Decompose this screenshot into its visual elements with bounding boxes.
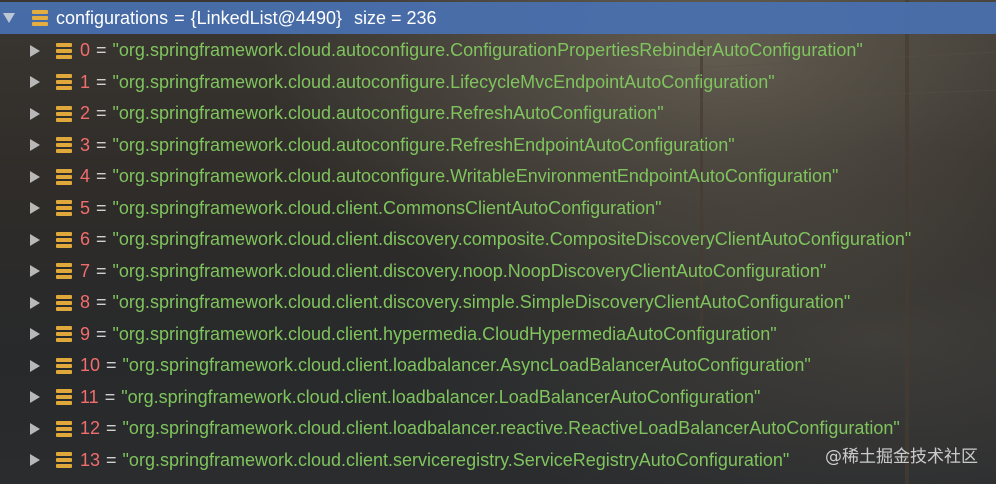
equals-sign: = <box>104 386 116 407</box>
item-value: "org.springframework.cloud.autoconfigure… <box>112 103 664 123</box>
item-value: "org.springframework.cloud.autoconfigure… <box>112 134 735 155</box>
equals-sign: = <box>96 103 107 123</box>
field-icon <box>56 452 72 468</box>
triangle-right-icon[interactable] <box>30 170 40 183</box>
item-value: "org.springframework.cloud.client.discov… <box>112 260 827 281</box>
item-value: "org.springframework.cloud.autoconfigure… <box>112 40 863 60</box>
item-index: 13 <box>80 449 101 470</box>
variable-name: configurations <box>56 7 169 28</box>
tree-item-row[interactable]: 1 = "org.springframework.cloud.autoconfigu… <box>0 67 996 98</box>
triangle-right-icon[interactable] <box>30 422 40 435</box>
equals-sign: = <box>106 449 117 470</box>
watermark: @稀土掘金技术社区 <box>825 447 978 467</box>
item-value: "org.springframework.cloud.client.hyperm… <box>112 323 777 344</box>
tree-item-row[interactable]: 7 = "org.springframework.cloud.client.disc… <box>0 256 996 287</box>
field-icon <box>56 357 72 374</box>
equals-sign: = <box>96 197 107 218</box>
field-icon <box>56 326 72 342</box>
item-index: 8 <box>80 292 91 312</box>
item-index: 11 <box>80 386 99 407</box>
field-icon <box>56 389 72 405</box>
item-index: 0 <box>80 40 91 60</box>
field-icon <box>56 231 72 248</box>
item-value: "org.springframework.cloud.client.loadba… <box>122 355 811 375</box>
tree-item-row[interactable]: 12 = "org.springframework.cloud.client.loa… <box>0 413 996 444</box>
triangle-right-icon[interactable] <box>30 328 40 340</box>
item-index: 12 <box>80 418 101 438</box>
tree-item-row[interactable]: 0 = "org.springframework.cloud.autoconfigu… <box>0 35 996 66</box>
triangle-down-icon[interactable] <box>3 13 15 23</box>
item-value: "org.springframework.cloud.client.loadba… <box>121 386 761 407</box>
triangle-right-icon[interactable] <box>30 76 40 88</box>
triangle-right-icon[interactable] <box>30 44 40 57</box>
field-icon <box>56 294 72 311</box>
field-icon <box>56 200 72 216</box>
debugger-variables-tree: configurations = {LinkedList@4490} size … <box>0 0 996 484</box>
triangle-right-icon[interactable] <box>30 202 40 214</box>
equals-sign: = <box>96 71 107 92</box>
item-value: "org.springframework.cloud.client.loadba… <box>122 418 900 438</box>
item-index: 5 <box>80 197 91 218</box>
item-index: 3 <box>80 134 91 155</box>
equals-sign: = <box>174 7 185 28</box>
triangle-right-icon[interactable] <box>30 391 40 403</box>
equals-sign: = <box>96 40 107 60</box>
variable-value: {LinkedList@4490} <box>190 7 342 28</box>
tree-item-row[interactable]: 11 = "org.springframework.cloud.client.loa… <box>0 382 996 413</box>
item-index: 2 <box>80 103 91 123</box>
field-icon <box>56 105 72 122</box>
item-index: 7 <box>80 260 91 281</box>
triangle-right-icon[interactable] <box>30 359 40 372</box>
tree-item-row[interactable]: 10 = "org.springframework.cloud.client.loa… <box>0 350 996 381</box>
equals-sign: = <box>96 166 107 186</box>
item-index: 1 <box>80 71 91 92</box>
field-icon <box>56 263 72 279</box>
tree-item-row[interactable]: 9 = "org.springframework.cloud.client.hype… <box>0 319 996 350</box>
tree-item-row[interactable]: 3 = "org.springframework.cloud.autoconfigu… <box>0 130 996 161</box>
triangle-right-icon[interactable] <box>30 454 40 466</box>
tree-item-row[interactable]: 6 = "org.springframework.cloud.client.disc… <box>0 224 996 255</box>
field-icon <box>56 420 72 437</box>
equals-sign: = <box>96 260 107 281</box>
tree-item-row[interactable]: 8 = "org.springframework.cloud.client.disc… <box>0 287 996 318</box>
equals-sign: = <box>106 418 117 438</box>
tree-item-row[interactable]: 2 = "org.springframework.cloud.autoconfigu… <box>0 98 996 129</box>
item-value: "org.springframework.cloud.client.discov… <box>112 292 851 312</box>
tree-item-row[interactable]: 5 = "org.springframework.cloud.client.Comm… <box>0 193 996 224</box>
item-value: "org.springframework.cloud.client.discov… <box>112 229 912 249</box>
item-index: 10 <box>80 355 101 375</box>
item-index: 4 <box>80 166 91 186</box>
field-icon <box>32 10 48 26</box>
equals-sign: = <box>96 134 107 155</box>
item-index: 9 <box>80 323 91 344</box>
item-value: "org.springframework.cloud.client.servic… <box>122 449 790 470</box>
equals-sign: = <box>96 323 107 344</box>
item-index: 6 <box>80 229 91 249</box>
tree-item-row[interactable]: 4 = "org.springframework.cloud.autoconfigu… <box>0 161 996 192</box>
equals-sign: = <box>96 292 107 312</box>
field-icon <box>56 42 72 59</box>
triangle-right-icon[interactable] <box>30 265 40 277</box>
field-icon <box>56 74 72 90</box>
item-value: "org.springframework.cloud.autoconfigure… <box>112 166 839 186</box>
tree-root-row[interactable]: configurations = {LinkedList@4490} size … <box>0 2 996 34</box>
field-icon <box>56 168 72 185</box>
item-value: "org.springframework.cloud.autoconfigure… <box>112 71 775 92</box>
equals-sign: = <box>106 355 117 375</box>
field-icon <box>56 137 72 153</box>
triangle-right-icon[interactable] <box>30 296 40 309</box>
item-value: "org.springframework.cloud.client.Common… <box>112 197 662 218</box>
triangle-right-icon[interactable] <box>30 139 40 151</box>
equals-sign: = <box>96 229 107 249</box>
triangle-right-icon[interactable] <box>30 107 40 120</box>
triangle-right-icon[interactable] <box>30 233 40 246</box>
size-label: size = 236 <box>354 7 437 28</box>
